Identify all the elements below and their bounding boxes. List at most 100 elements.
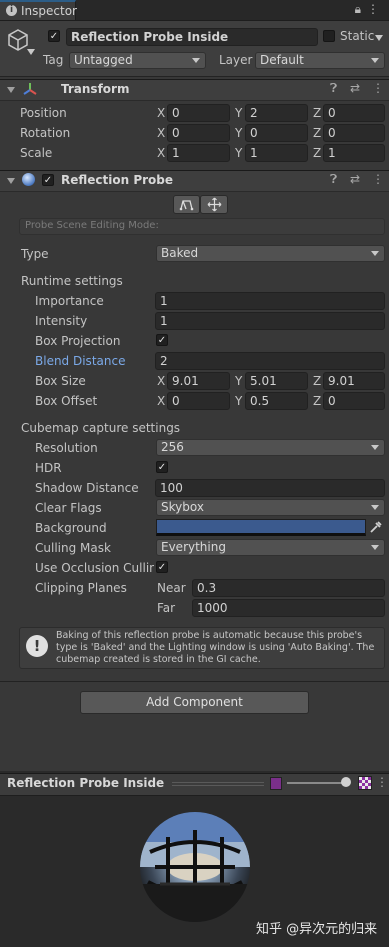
mip-slider-thumb[interactable] — [341, 777, 351, 787]
scale-z-axis: Z — [313, 146, 322, 160]
position-x-field[interactable]: 0 — [167, 104, 230, 122]
editing-mode-label: Probe Scene Editing Mode: — [25, 220, 159, 231]
far-label: Far — [157, 601, 176, 615]
tab-inspector[interactable]: i Inspector — [0, 0, 77, 20]
icon-dropdown-icon[interactable] — [27, 49, 35, 55]
active-checkbox[interactable]: ✓ — [48, 30, 60, 42]
hdr-label: HDR — [35, 461, 62, 475]
rotation-z-field[interactable]: 0 — [323, 124, 385, 142]
far-field[interactable]: 1000 — [192, 599, 385, 617]
resolution-label: Resolution — [35, 441, 98, 455]
box-projection-label: Box Projection — [35, 334, 121, 348]
info-circle-icon: ! — [26, 635, 48, 657]
box-offset-z-field[interactable]: 0 — [323, 392, 385, 410]
chevron-down-icon — [371, 545, 379, 550]
clear-flags-dropdown[interactable]: Skybox — [156, 499, 385, 516]
position-z-axis: Z — [313, 106, 322, 120]
layer-label: Layer — [219, 53, 253, 67]
edit-bounds-icon — [179, 200, 194, 211]
transform-menu-icon[interactable]: ⋮ — [372, 81, 384, 95]
box-size-y-field[interactable]: 5.01 — [245, 372, 308, 390]
blend-distance-label: Blend Distance — [35, 354, 126, 368]
info-icon: i — [6, 5, 17, 16]
shadow-distance-label: Shadow Distance — [35, 481, 139, 495]
reflection-probe-title: Reflection Probe — [61, 173, 174, 187]
box-offset-y-axis: Y — [235, 394, 243, 408]
hdr-checkbox[interactable]: ✓ — [156, 461, 168, 473]
static-label: Static — [340, 29, 375, 43]
cubemap-settings-heading: Cubemap capture settings — [21, 421, 181, 435]
box-projection-checkbox[interactable]: ✓ — [156, 334, 168, 346]
position-x-axis: X — [157, 106, 166, 120]
probe-help-icon[interactable]: ❓︎ — [330, 172, 337, 187]
tag-label: Tag — [43, 53, 64, 67]
blend-distance-field[interactable]: 2 — [155, 352, 385, 370]
rotation-y-axis: Y — [235, 126, 243, 140]
shadow-distance-field[interactable]: 100 — [155, 479, 385, 497]
tab-label: Inspector — [21, 4, 77, 18]
static-checkbox[interactable] — [323, 30, 335, 42]
resolution-dropdown[interactable]: 256 — [156, 439, 385, 456]
near-field[interactable]: 0.3 — [192, 579, 385, 597]
position-y-axis: Y — [235, 106, 243, 120]
box-offset-y-field[interactable]: 0.5 — [245, 392, 308, 410]
eyedropper-icon[interactable] — [369, 520, 382, 537]
tab-options: 🔒︎⋮ — [355, 2, 385, 17]
intensity-label: Intensity — [35, 314, 88, 328]
position-z-field[interactable]: 0 — [323, 104, 385, 122]
transform-presets-icon[interactable]: ⇄ — [350, 81, 360, 95]
box-offset-z-axis: Z — [313, 394, 322, 408]
type-value: Baked — [161, 246, 199, 260]
box-offset-x-field[interactable]: 0 — [167, 392, 230, 410]
box-size-x-field[interactable]: 9.01 — [167, 372, 230, 390]
occlusion-culling-checkbox[interactable]: ✓ — [156, 561, 168, 573]
rotation-z-axis: Z — [313, 126, 322, 140]
foldout-arrow-icon[interactable] — [7, 178, 15, 184]
box-offset-label: Box Offset — [35, 394, 98, 408]
box-size-z-field[interactable]: 9.01 — [323, 372, 385, 390]
chevron-down-icon — [371, 251, 379, 256]
intensity-field[interactable]: 1 — [155, 312, 385, 330]
preview-title: Reflection Probe Inside — [7, 776, 165, 790]
preview-menu-icon[interactable]: ⋮ — [376, 775, 388, 789]
add-component-button[interactable]: Add Component — [80, 691, 309, 714]
preview-drag-handle[interactable] — [172, 782, 264, 783]
edit-bounds-button[interactable] — [173, 195, 200, 214]
scale-y-field[interactable]: 1 — [245, 144, 308, 162]
object-name-field[interactable]: Reflection Probe Inside — [66, 28, 318, 46]
rotation-y-field[interactable]: 0 — [245, 124, 308, 142]
culling-mask-dropdown[interactable]: Everything — [156, 539, 385, 556]
edit-origin-button[interactable] — [200, 195, 228, 214]
probe-presets-icon[interactable]: ⇄ — [350, 172, 360, 186]
reflection-probe-icon — [22, 173, 35, 186]
rotation-x-field[interactable]: 0 — [167, 124, 230, 142]
layer-value: Default — [260, 53, 304, 67]
lock-icon[interactable]: 🔒︎ — [355, 2, 367, 16]
chevron-down-icon — [192, 58, 200, 63]
position-label: Position — [20, 106, 67, 120]
near-label: Near — [157, 581, 186, 595]
background-color-swatch[interactable] — [156, 519, 366, 536]
importance-field[interactable]: 1 — [155, 292, 385, 310]
scale-z-field[interactable]: 1 — [323, 144, 385, 162]
runtime-settings-heading: Runtime settings — [21, 274, 123, 288]
menu-icon[interactable]: ⋮ — [367, 2, 385, 16]
tag-dropdown[interactable]: Untagged — [69, 52, 206, 69]
rotation-label: Rotation — [20, 126, 71, 140]
probe-enabled-checkbox[interactable]: ✓ — [42, 174, 54, 186]
static-dropdown-icon[interactable] — [375, 35, 383, 41]
scale-x-field[interactable]: 1 — [167, 144, 230, 162]
type-dropdown[interactable]: Baked — [156, 245, 385, 262]
layer-dropdown[interactable]: Default — [255, 52, 385, 69]
culling-mask-label: Culling Mask — [35, 541, 111, 555]
watermark: 知乎 @异次元的归来 — [256, 922, 378, 937]
foldout-arrow-icon[interactable] — [7, 87, 15, 93]
mip-level-icon[interactable] — [270, 777, 282, 790]
transform-help-icon[interactable]: ❓︎ — [330, 81, 337, 96]
probe-menu-icon[interactable]: ⋮ — [372, 172, 384, 186]
position-y-field[interactable]: 2 — [245, 104, 308, 122]
mip-level-large-icon[interactable] — [358, 776, 372, 790]
occlusion-culling-label: Use Occlusion Culling — [35, 561, 154, 575]
box-size-y-axis: Y — [235, 374, 243, 388]
transform-title: Transform — [61, 82, 130, 96]
